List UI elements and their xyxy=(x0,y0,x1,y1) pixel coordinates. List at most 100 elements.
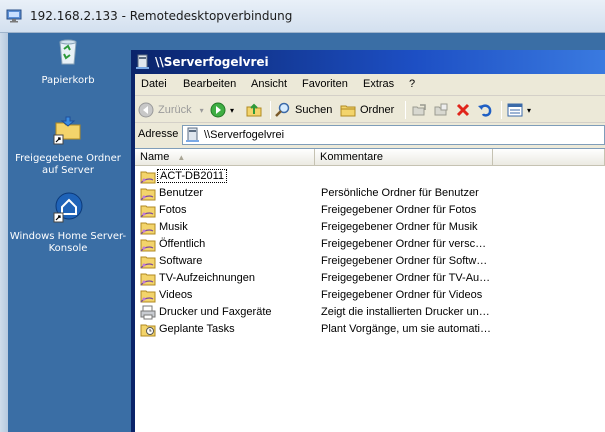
rdp-title-bar[interactable]: 192.168.2.133 - Remotedesktopverbindung xyxy=(0,0,605,33)
row-name: Öffentlich xyxy=(159,238,206,250)
shared-folder-icon xyxy=(140,169,156,184)
remote-desktop-icon xyxy=(6,9,22,23)
network-computer-icon xyxy=(186,127,199,142)
row-comment: Freigegebener Ordner für Videos xyxy=(321,289,483,301)
row-name: Software xyxy=(159,255,203,267)
toolbar-separator xyxy=(405,101,406,119)
shared-folder-icon xyxy=(140,237,156,252)
row-name: ACT-DB2011 xyxy=(157,169,227,183)
explorer-window: \\Serverfogelvrei Datei Bearbeiten Ansic… xyxy=(131,50,605,432)
file-list[interactable]: Name ▲ Kommentare ACT-DB2011 Benutzer Persö… xyxy=(135,148,605,432)
address-bar: Adresse \\Serverfogelvrei xyxy=(135,124,605,146)
row-name: Benutzer xyxy=(159,187,204,199)
row-name: Fotos xyxy=(159,204,187,216)
undo-icon xyxy=(478,104,492,117)
back-arrow-icon xyxy=(138,102,154,118)
row-comment: Freigegebener Ordner für versc… xyxy=(321,238,487,250)
printer-icon xyxy=(140,305,156,320)
undo-button[interactable] xyxy=(477,100,497,120)
row-name: Drucker und Faxgeräte xyxy=(159,306,272,318)
forward-dropdown-icon[interactable]: ▾ xyxy=(230,106,234,115)
delete-button[interactable] xyxy=(455,100,475,120)
table-row[interactable]: Fotos Freigegebener Ordner für Fotos xyxy=(135,202,605,219)
menu-favoriten[interactable]: Favoriten xyxy=(302,78,348,90)
views-dropdown-icon[interactable]: ▾ xyxy=(527,106,531,115)
toolbar-separator xyxy=(501,101,502,119)
folders-icon xyxy=(340,105,356,117)
copy-to-folder-icon xyxy=(434,103,448,116)
shared-folders-shortcut-icon xyxy=(53,116,81,145)
sort-ascending-icon: ▲ xyxy=(177,153,186,162)
explorer-body: Datei Bearbeiten Ansicht Favoriten Extra… xyxy=(135,74,605,432)
remote-desktop-area: Papierkorb Freigegebene Ordner auf Serve… xyxy=(8,33,605,432)
row-comment: Freigegebener Ordner für TV-Au… xyxy=(321,272,491,284)
row-name: Videos xyxy=(159,289,193,301)
column-header-label: Name xyxy=(140,151,170,163)
delete-x-icon xyxy=(456,103,470,117)
desktop-icon-home-server-console[interactable]: Windows Home Server-Konsole xyxy=(8,191,128,255)
table-row[interactable]: Benutzer Persönliche Ordner für Benutzer xyxy=(135,185,605,202)
rdp-window-frame xyxy=(0,33,8,432)
column-header-empty[interactable] xyxy=(493,149,605,166)
move-to-button[interactable] xyxy=(411,100,431,120)
row-comment: Freigegebener Ordner für Softw… xyxy=(321,255,488,267)
table-row[interactable]: Öffentlich Freigegebener Ordner für versc… xyxy=(135,236,605,253)
table-row[interactable]: Musik Freigegebener Ordner für Musik xyxy=(135,219,605,236)
table-row[interactable]: Videos Freigegebener Ordner für Videos xyxy=(135,287,605,304)
row-name: TV-Aufzeichnungen xyxy=(159,272,256,284)
column-header-name[interactable]: Name ▲ xyxy=(135,149,315,166)
row-comment: Plant Vorgänge, um sie automati… xyxy=(321,323,491,335)
column-header-label: Kommentare xyxy=(320,151,383,163)
back-button[interactable]: Zurück ▾ xyxy=(138,100,204,120)
shared-folder-icon xyxy=(140,288,156,303)
views-button[interactable]: ▾ xyxy=(507,100,531,120)
row-comment: Zeigt die installierten Drucker un… xyxy=(321,306,490,318)
back-button-label: Zurück xyxy=(158,104,192,116)
table-row[interactable]: TV-Aufzeichnungen Freigegebener Ordner fü… xyxy=(135,270,605,287)
row-comment: Persönliche Ordner für Benutzer xyxy=(321,187,479,199)
menu-ansicht[interactable]: Ansicht xyxy=(251,78,287,90)
table-row[interactable]: ACT-DB2011 xyxy=(135,168,605,185)
desktop-icon-label: Freigegebene Ordner auf Server xyxy=(15,153,121,176)
scheduled-tasks-icon xyxy=(140,322,156,337)
search-button-label: Suchen xyxy=(295,104,333,116)
row-comment: Freigegebener Ordner für Musik xyxy=(321,221,478,233)
recycle-bin-icon xyxy=(59,39,77,65)
shared-folder-icon xyxy=(140,254,156,269)
menu-datei[interactable]: Datei xyxy=(141,78,167,90)
folder-up-icon xyxy=(246,103,262,117)
folders-button[interactable]: Ordner xyxy=(340,100,394,120)
address-value: \\Serverfogelvrei xyxy=(204,129,285,141)
copy-to-button[interactable] xyxy=(433,100,453,120)
table-row[interactable]: Drucker und Faxgeräte Zeigt die installie… xyxy=(135,304,605,321)
folders-button-label: Ordner xyxy=(360,104,395,116)
row-comment: Freigegebener Ordner für Fotos xyxy=(321,204,477,216)
search-button[interactable]: Suchen xyxy=(275,100,332,120)
forward-arrow-icon xyxy=(210,102,226,118)
row-name: Geplante Tasks xyxy=(159,323,235,335)
explorer-window-title: \\Serverfogelvrei xyxy=(155,55,269,69)
up-folder-button[interactable] xyxy=(246,100,266,120)
explorer-title-bar[interactable]: \\Serverfogelvrei xyxy=(131,50,605,74)
desktop-icon-shared-folders[interactable]: Freigegebene Ordner auf Server xyxy=(8,113,128,177)
search-icon xyxy=(275,102,290,117)
home-server-console-shortcut-icon xyxy=(53,192,83,223)
desktop-icon-recycle-bin[interactable]: Papierkorb xyxy=(8,35,128,87)
menu-help[interactable]: ? xyxy=(409,78,415,90)
table-row[interactable]: Software Freigegebener Ordner für Softw… xyxy=(135,253,605,270)
row-name: Musik xyxy=(159,221,188,233)
shared-folder-icon xyxy=(140,186,156,201)
menu-extras[interactable]: Extras xyxy=(363,78,394,90)
shared-folder-icon xyxy=(140,220,156,235)
network-computer-icon xyxy=(136,54,149,69)
address-input[interactable]: \\Serverfogelvrei xyxy=(182,125,605,145)
menu-bar: Datei Bearbeiten Ansicht Favoriten Extra… xyxy=(135,74,605,96)
forward-button[interactable]: ▾ xyxy=(210,100,234,120)
table-row[interactable]: Geplante Tasks Plant Vorgänge, um sie aut… xyxy=(135,321,605,338)
views-icon xyxy=(507,103,523,117)
rdp-window-title: 192.168.2.133 - Remotedesktopverbindung xyxy=(30,9,293,23)
column-header-comments[interactable]: Kommentare xyxy=(315,149,493,166)
menu-bearbeiten[interactable]: Bearbeiten xyxy=(183,78,236,90)
shared-folder-icon xyxy=(140,271,156,286)
back-dropdown-icon[interactable]: ▾ xyxy=(200,106,204,115)
